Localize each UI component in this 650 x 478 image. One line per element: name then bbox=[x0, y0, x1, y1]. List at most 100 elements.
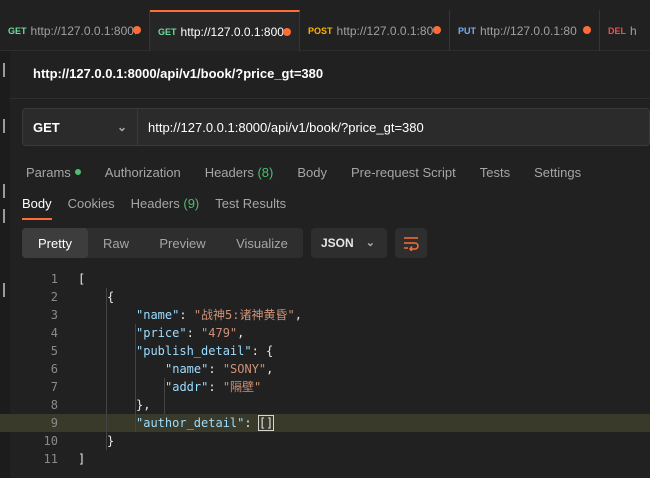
code-line: 1[ bbox=[0, 270, 650, 288]
tab-method-label: GET bbox=[158, 26, 177, 37]
tab-headers[interactable]: Headers (8) bbox=[205, 163, 274, 181]
tab-headers-label: Headers bbox=[204, 164, 254, 180]
json-key: "publish_detail" bbox=[136, 344, 252, 358]
tab-settings[interactable]: Settings bbox=[534, 163, 581, 181]
request-tab[interactable]: DEL h bbox=[600, 10, 650, 51]
response-tab-headers[interactable]: Headers (9) bbox=[131, 196, 200, 220]
rail-marker-3 bbox=[3, 184, 5, 198]
view-pretty-button[interactable]: Pretty bbox=[22, 228, 88, 258]
tab-url-label: h bbox=[630, 23, 637, 38]
response-tabs: Body Cookies Headers (9) Test Results bbox=[22, 196, 302, 220]
code-line: 4 "price": "479", bbox=[0, 324, 650, 342]
json-key: "name" bbox=[165, 362, 209, 376]
view-preview-button[interactable]: Preview bbox=[144, 228, 221, 258]
indent-guide bbox=[106, 288, 107, 450]
tab-method-label: DEL bbox=[608, 25, 626, 36]
indent-guide bbox=[164, 378, 165, 414]
response-tab-headers-count: (9) bbox=[183, 196, 200, 211]
tab-method-label: POST bbox=[308, 25, 333, 36]
json-key: "price" bbox=[136, 326, 187, 340]
wrap-lines-icon bbox=[404, 237, 419, 251]
line-number: 11 bbox=[43, 452, 58, 466]
indent-guide bbox=[135, 324, 136, 432]
response-tab-headers-label: Headers bbox=[130, 196, 180, 211]
tab-headers-count: (8) bbox=[257, 164, 274, 180]
response-body-editor[interactable]: 1[2{3 "name": "战神5:诸神黄昏", 4 "price": "479",… bbox=[0, 270, 650, 468]
line-number: 9 bbox=[50, 416, 58, 430]
tab-method-label: GET bbox=[8, 25, 27, 36]
code-text: "name": "战神5:诸神黄昏", bbox=[136, 306, 302, 324]
code-text: "price": "479", bbox=[136, 324, 244, 342]
rail-marker-1 bbox=[3, 63, 5, 77]
tab-url-label: http://127.0.0.1:8000 bbox=[30, 23, 136, 38]
wrap-lines-button[interactable] bbox=[395, 228, 427, 258]
tab-pre-request-script[interactable]: Pre-request Script bbox=[351, 163, 456, 181]
json-punctuation: : { bbox=[251, 344, 274, 358]
line-number: 7 bbox=[50, 380, 58, 394]
json-punctuation: : bbox=[244, 416, 259, 430]
json-key: "name" bbox=[136, 308, 180, 322]
tab-authorization[interactable]: Authorization bbox=[105, 163, 181, 181]
line-number: 6 bbox=[50, 362, 58, 376]
tab-body[interactable]: Body bbox=[297, 163, 327, 181]
format-select[interactable]: JSON ⌄ bbox=[311, 228, 387, 258]
code-line: 7 "addr": "隔壁" bbox=[0, 378, 650, 396]
unsaved-dot-icon bbox=[433, 26, 441, 34]
code-text: } bbox=[107, 432, 114, 450]
request-tab-strip: GET http://127.0.0.1:8000 GET http://127.0.… bbox=[0, 0, 650, 51]
method-label: GET bbox=[33, 119, 60, 135]
tab-method-label: PUT bbox=[458, 25, 476, 36]
request-tab[interactable]: GET http://127.0.0.1:8000 bbox=[0, 10, 150, 51]
code-line: 9 "author_detail": [] bbox=[0, 414, 650, 432]
view-raw-button[interactable]: Raw bbox=[88, 228, 144, 258]
json-punctuation: }, bbox=[136, 398, 151, 412]
json-punctuation: [ bbox=[78, 272, 86, 286]
json-punctuation: , bbox=[266, 362, 274, 376]
request-title[interactable]: http://127.0.0.1:8000/api/v1/book/?price… bbox=[33, 66, 323, 81]
response-tab-body[interactable]: Body bbox=[22, 196, 52, 220]
json-string: "隔壁" bbox=[222, 380, 262, 394]
code-text: "author_detail": [] bbox=[136, 414, 275, 432]
params-indicator-dot bbox=[74, 169, 81, 175]
json-punctuation: { bbox=[107, 290, 115, 304]
rail-marker-4 bbox=[3, 209, 5, 223]
request-tab[interactable]: GET http://127.0.0.1:800 bbox=[150, 10, 300, 51]
request-tab[interactable]: POST http://127.0.0.1:80 bbox=[300, 10, 450, 51]
line-number: 3 bbox=[50, 308, 58, 322]
tab-tests[interactable]: Tests bbox=[480, 163, 510, 181]
line-number: 4 bbox=[50, 326, 58, 340]
view-visualize-button[interactable]: Visualize bbox=[221, 228, 303, 258]
response-tab-test-results[interactable]: Test Results bbox=[215, 196, 286, 220]
line-number: 5 bbox=[50, 344, 58, 358]
json-string: "479" bbox=[201, 326, 238, 340]
code-text: "addr": "隔壁" bbox=[165, 378, 261, 396]
json-punctuation: : bbox=[179, 308, 194, 322]
unsaved-dot-icon bbox=[133, 26, 141, 34]
view-mode-segment: Pretty Raw Preview Visualize bbox=[22, 228, 303, 258]
request-tab[interactable]: PUT http://127.0.0.1:80 bbox=[450, 10, 600, 51]
code-line: 10} bbox=[0, 432, 650, 450]
code-text: }, bbox=[136, 396, 150, 414]
chevron-down-icon: ⌄ bbox=[365, 237, 375, 249]
tab-url-label: http://127.0.0.1:80 bbox=[336, 23, 434, 38]
json-punctuation: : bbox=[208, 380, 223, 394]
code-text: [ bbox=[78, 270, 85, 288]
line-number: 8 bbox=[50, 398, 58, 412]
tab-params[interactable]: Params bbox=[26, 163, 81, 181]
method-select[interactable]: GET ⌄ bbox=[23, 109, 138, 145]
json-punctuation: : bbox=[208, 362, 223, 376]
code-line: 5 "publish_detail": { bbox=[0, 342, 650, 360]
url-input[interactable]: http://127.0.0.1:8000/api/v1/book/?price… bbox=[138, 109, 649, 145]
response-tab-cookies[interactable]: Cookies bbox=[68, 196, 115, 220]
json-string: "SONY" bbox=[222, 362, 267, 376]
json-key: "addr" bbox=[165, 380, 209, 394]
json-punctuation: } bbox=[107, 434, 115, 448]
tab-url-label: http://127.0.0.1:800 bbox=[180, 24, 284, 39]
request-tabs: Params Authorization Headers (8) Body Pr… bbox=[26, 163, 605, 181]
json-string: "战神5:诸神黄昏" bbox=[193, 308, 295, 322]
code-text: "publish_detail": { bbox=[136, 342, 273, 360]
json-punctuation: [] bbox=[257, 415, 275, 431]
code-text: ] bbox=[78, 450, 85, 468]
code-line: 3 "name": "战神5:诸神黄昏", bbox=[0, 306, 650, 324]
json-punctuation: : bbox=[186, 326, 202, 340]
